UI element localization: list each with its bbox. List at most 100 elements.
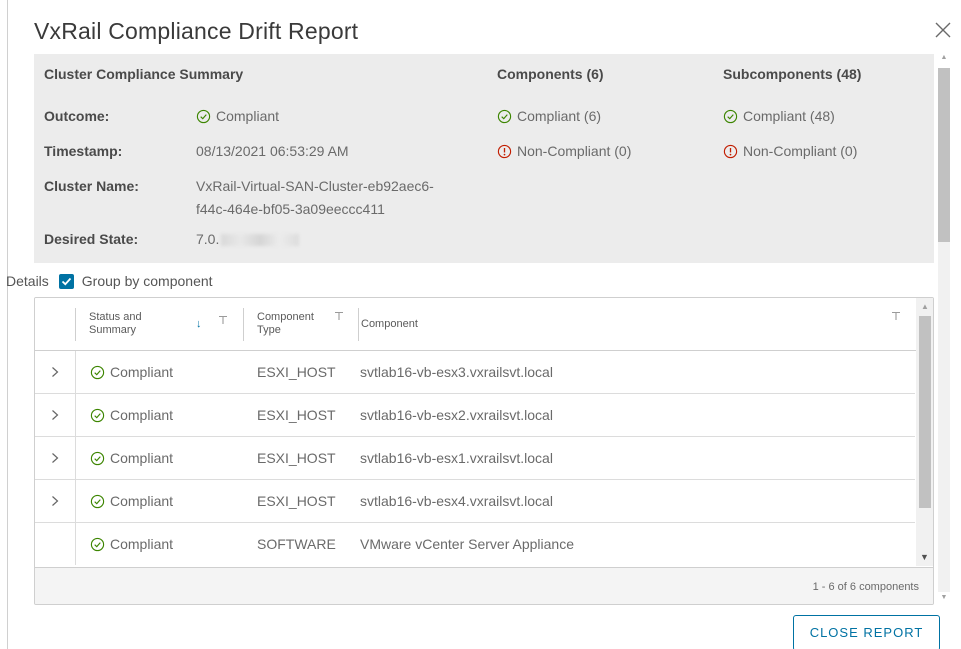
close-report-button[interactable]: CLOSE REPORT (793, 615, 940, 649)
outcome-value: Compliant (196, 108, 279, 124)
sort-down-icon[interactable]: ↓ (196, 318, 202, 330)
outcome-label: Outcome: (44, 108, 110, 124)
filter-icon[interactable] (334, 311, 344, 321)
row-component-type: ESXI_HOST (257, 493, 336, 509)
type-header-line1: Component (257, 311, 314, 323)
subcomponents-compliant-text: Compliant (48) (743, 108, 835, 124)
column-separator (243, 308, 244, 341)
dialog-scrollbar[interactable]: ▲ ▼ (936, 54, 950, 606)
subcomponents-compliant: Compliant (48) (723, 108, 835, 124)
row-separator (75, 480, 76, 522)
cluster-summary-panel: Cluster Compliance Summary Components (6… (34, 54, 934, 263)
row-status: Compliant (90, 364, 173, 380)
table-row[interactable]: Compliant ESXI_HOST svtlab16-vb-esx3.vxr… (35, 351, 915, 394)
row-component-type: ESXI_HOST (257, 450, 336, 466)
cluster-name-line1: VxRail-Virtual-SAN-Cluster-eb92aec6- (196, 178, 434, 194)
column-separator (358, 308, 359, 341)
column-separator (75, 308, 76, 341)
cluster-name-line2: f44c-464e-bf05-3a09eeccc411 (196, 201, 385, 217)
dialog-title: VxRail Compliance Drift Report (34, 18, 359, 44)
grid-scrollbar-thumb[interactable] (919, 316, 931, 508)
chevron-right-icon (52, 496, 59, 506)
row-component-type: SOFTWARE (257, 536, 336, 552)
type-header-line2: Type (257, 324, 281, 336)
row-separator (75, 437, 76, 479)
desired-state-label: Desired State: (44, 231, 139, 247)
table-row[interactable]: Compliant SOFTWARE VMware vCenter Server… (35, 523, 915, 566)
row-component: VMware vCenter Server Appliance (360, 536, 574, 552)
check-circle-icon (90, 408, 105, 422)
components-noncompliant-text: Non-Compliant (0) (517, 143, 632, 159)
error-circle-icon (497, 144, 512, 158)
check-circle-icon (90, 451, 105, 465)
components-compliant: Compliant (6) (497, 108, 601, 124)
row-status: Compliant (90, 407, 173, 423)
details-label: Details (6, 273, 49, 289)
cluster-name-label: Cluster Name: (44, 178, 139, 194)
pagination-text: 1 - 6 of 6 components (812, 581, 919, 593)
row-status: Compliant (90, 493, 173, 509)
row-component: svtlab16-vb-esx1.vxrailsvt.local (360, 450, 553, 466)
column-component-type[interactable]: Component Type (257, 311, 314, 337)
compliance-drift-dialog: VxRail Compliance Drift Report Cluster C… (0, 0, 961, 649)
scroll-up-icon[interactable]: ▲ (939, 54, 949, 61)
row-component: svtlab16-vb-esx3.vxrailsvt.local (360, 364, 553, 380)
check-circle-icon (90, 494, 105, 508)
row-component-type: ESXI_HOST (257, 364, 336, 380)
subcomponents-heading: Subcomponents (48) (723, 66, 862, 82)
scroll-down-icon[interactable]: ▼ (939, 594, 949, 601)
row-separator (75, 523, 76, 565)
scroll-up-icon[interactable]: ▲ (921, 302, 929, 311)
filter-icon[interactable] (218, 315, 228, 325)
dialog-scrollbar-thumb[interactable] (938, 68, 950, 242)
status-text: Compliant (110, 493, 174, 509)
status-text: Compliant (110, 450, 174, 466)
row-status: Compliant (90, 450, 173, 466)
table-row[interactable]: Compliant ESXI_HOST svtlab16-vb-esx2.vxr… (35, 394, 915, 437)
row-expand-button[interactable] (35, 351, 75, 393)
row-status: Compliant (90, 536, 173, 552)
error-circle-icon (723, 144, 738, 158)
status-header-line1: Status and (89, 311, 142, 323)
row-component: svtlab16-vb-esx4.vxrailsvt.local (360, 493, 553, 509)
desired-state-text: 7.0. (196, 231, 220, 247)
timestamp-label: Timestamp: (44, 143, 123, 159)
checkmark-icon (61, 277, 71, 285)
close-icon[interactable] (933, 20, 953, 40)
row-component: svtlab16-vb-esx2.vxrailsvt.local (360, 407, 553, 423)
row-expand-button[interactable] (35, 437, 75, 479)
timestamp-value: 08/13/2021 06:53:29 AM (196, 143, 349, 159)
status-text: Compliant (110, 536, 174, 552)
row-expand-button[interactable] (35, 394, 75, 436)
subcomponents-noncompliant-text: Non-Compliant (0) (743, 143, 858, 159)
check-circle-icon (497, 109, 512, 123)
column-status-summary[interactable]: Status and Summary (89, 311, 142, 337)
check-circle-icon (90, 537, 105, 551)
column-component[interactable]: Component (361, 318, 418, 331)
check-circle-icon (196, 109, 211, 123)
subcomponents-noncompliant: Non-Compliant (0) (723, 143, 857, 159)
redacted-version (221, 234, 300, 247)
filter-icon[interactable] (891, 311, 901, 321)
group-by-label[interactable]: Group by component (82, 273, 213, 289)
summary-heading: Cluster Compliance Summary (44, 66, 244, 82)
check-circle-icon (90, 365, 105, 379)
table-row[interactable]: Compliant ESXI_HOST svtlab16-vb-esx1.vxr… (35, 437, 915, 480)
chevron-right-icon (52, 410, 59, 420)
components-noncompliant: Non-Compliant (0) (497, 143, 631, 159)
table-row[interactable]: Compliant ESXI_HOST svtlab16-vb-esx4.vxr… (35, 480, 915, 523)
row-component-type: ESXI_HOST (257, 407, 336, 423)
row-expand-button[interactable] (35, 480, 75, 522)
details-toolbar: Details Group by component (6, 271, 213, 291)
status-text: Compliant (110, 407, 174, 423)
chevron-right-icon (52, 453, 59, 463)
scroll-down-icon[interactable]: ▼ (920, 552, 929, 562)
status-text: Compliant (110, 364, 174, 380)
grid-footer: 1 - 6 of 6 components (35, 567, 933, 604)
row-separator (75, 394, 76, 436)
row-separator (75, 351, 76, 393)
desired-state-value: 7.0. (196, 231, 300, 247)
grid-scrollbar[interactable]: ▲ ▼ (916, 298, 933, 566)
group-by-checkbox[interactable] (58, 273, 74, 289)
components-datagrid: Status and Summary ↓ Component Type Comp… (34, 297, 934, 605)
